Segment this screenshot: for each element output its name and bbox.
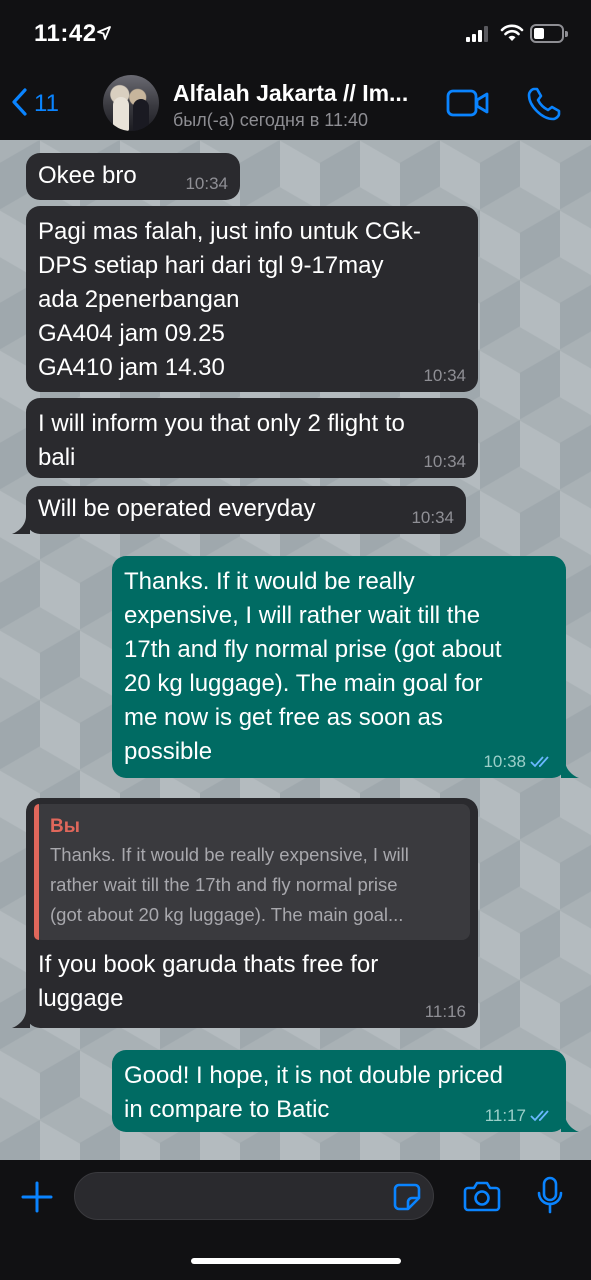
bubble-tail	[561, 760, 579, 778]
message-line: GA404 jam 09.25	[38, 320, 225, 347]
chat-header: 11 Alfalah Jakarta // Im... был(-а) сего…	[0, 70, 591, 140]
top-bar: 11:42 11 Alfalah Jakarta // Im... был(-а…	[0, 0, 591, 140]
quote-line: (got about 20 kg luggage). The main goal…	[50, 904, 404, 925]
message-line: me now is get free as soon as	[124, 704, 443, 731]
quoted-reply[interactable]: Вы Thanks. If it would be really expensi…	[34, 804, 470, 940]
status-time: 11:42	[34, 20, 97, 47]
message-line: ada 2penerbangan	[38, 286, 240, 313]
bubble-tail	[561, 1114, 579, 1132]
bubble-tail	[12, 1010, 30, 1028]
message-time: 10:34	[423, 452, 466, 471]
message-time: 10:34	[185, 174, 228, 193]
message-line: GA410 jam 14.30	[38, 354, 225, 381]
message-line: Pagi mas falah, just info untuk CGk-	[38, 218, 421, 245]
input-bar	[0, 1160, 591, 1280]
quote-line: Thanks. If it would be really expensive,…	[50, 844, 409, 865]
message-time: 10:38	[483, 752, 554, 772]
chevron-left-icon	[10, 87, 28, 122]
contact-name[interactable]: Alfalah Jakarta // Im...	[173, 80, 408, 107]
cellular-signal-icon	[466, 26, 492, 47]
message-time: 11:17	[485, 1106, 554, 1126]
wifi-icon	[500, 23, 524, 48]
message-input[interactable]	[74, 1172, 434, 1220]
contact-avatar[interactable]	[103, 75, 159, 131]
home-indicator[interactable]	[191, 1258, 401, 1264]
message-text: Will be operated everyday	[38, 495, 316, 522]
last-seen-status: был(-а) сегодня в 11:40	[173, 110, 369, 130]
microphone-icon[interactable]	[537, 1176, 563, 1221]
message-incoming[interactable]: Okee bro 10:34	[26, 153, 240, 200]
message-line: DPS setiap hari dari tgl 9-17may	[38, 252, 384, 279]
message-line: 20 kg luggage). The main goal for	[124, 670, 483, 697]
message-incoming[interactable]: I will inform you that only 2 flight to …	[26, 398, 478, 478]
message-time: 10:34	[423, 366, 466, 385]
message-time: 10:34	[411, 508, 454, 527]
message-line: If you book garuda thats free for	[38, 951, 379, 978]
message-outgoing[interactable]: Good! I hope, it is not double priced in…	[112, 1050, 566, 1132]
location-arrow-icon	[96, 25, 112, 46]
message-time: 11:16	[424, 1002, 466, 1021]
message-incoming[interactable]: Вы Thanks. If it would be really expensi…	[26, 798, 478, 1028]
message-line: luggage	[38, 985, 124, 1012]
battery-icon	[530, 24, 568, 43]
message-line: bali	[38, 444, 76, 471]
phone-icon[interactable]	[526, 86, 562, 127]
message-outgoing[interactable]: Thanks. If it would be really expensive,…	[112, 556, 566, 778]
video-call-icon[interactable]	[446, 88, 490, 123]
back-button[interactable]: 11	[10, 84, 59, 124]
status-bar: 11:42	[0, 0, 591, 70]
unread-count: 11	[34, 90, 59, 117]
message-line: expensive, I will rather wait till the	[124, 602, 481, 629]
message-line: Good! I hope, it is not double priced	[124, 1062, 503, 1089]
message-incoming[interactable]: Pagi mas falah, just info untuk CGk- DPS…	[26, 206, 478, 392]
camera-icon[interactable]	[463, 1180, 501, 1217]
quote-author: Вы	[50, 816, 80, 837]
plus-icon[interactable]	[20, 1180, 54, 1219]
quote-line: rather wait till the 17th and fly normal…	[50, 874, 398, 895]
message-line: 17th and fly normal prise (got about	[124, 636, 502, 663]
chat-area[interactable]: Okee bro 10:34 Pagi mas falah, just info…	[0, 140, 591, 1160]
sticker-icon[interactable]	[393, 1183, 421, 1216]
message-line: I will inform you that only 2 flight to	[38, 410, 405, 437]
message-incoming[interactable]: Will be operated everyday 10:34	[26, 486, 466, 534]
read-checkmarks-icon	[530, 1110, 549, 1122]
bubble-tail	[12, 516, 30, 534]
message-line: Thanks. If it would be really	[124, 568, 415, 595]
read-checkmarks-icon	[530, 756, 549, 768]
